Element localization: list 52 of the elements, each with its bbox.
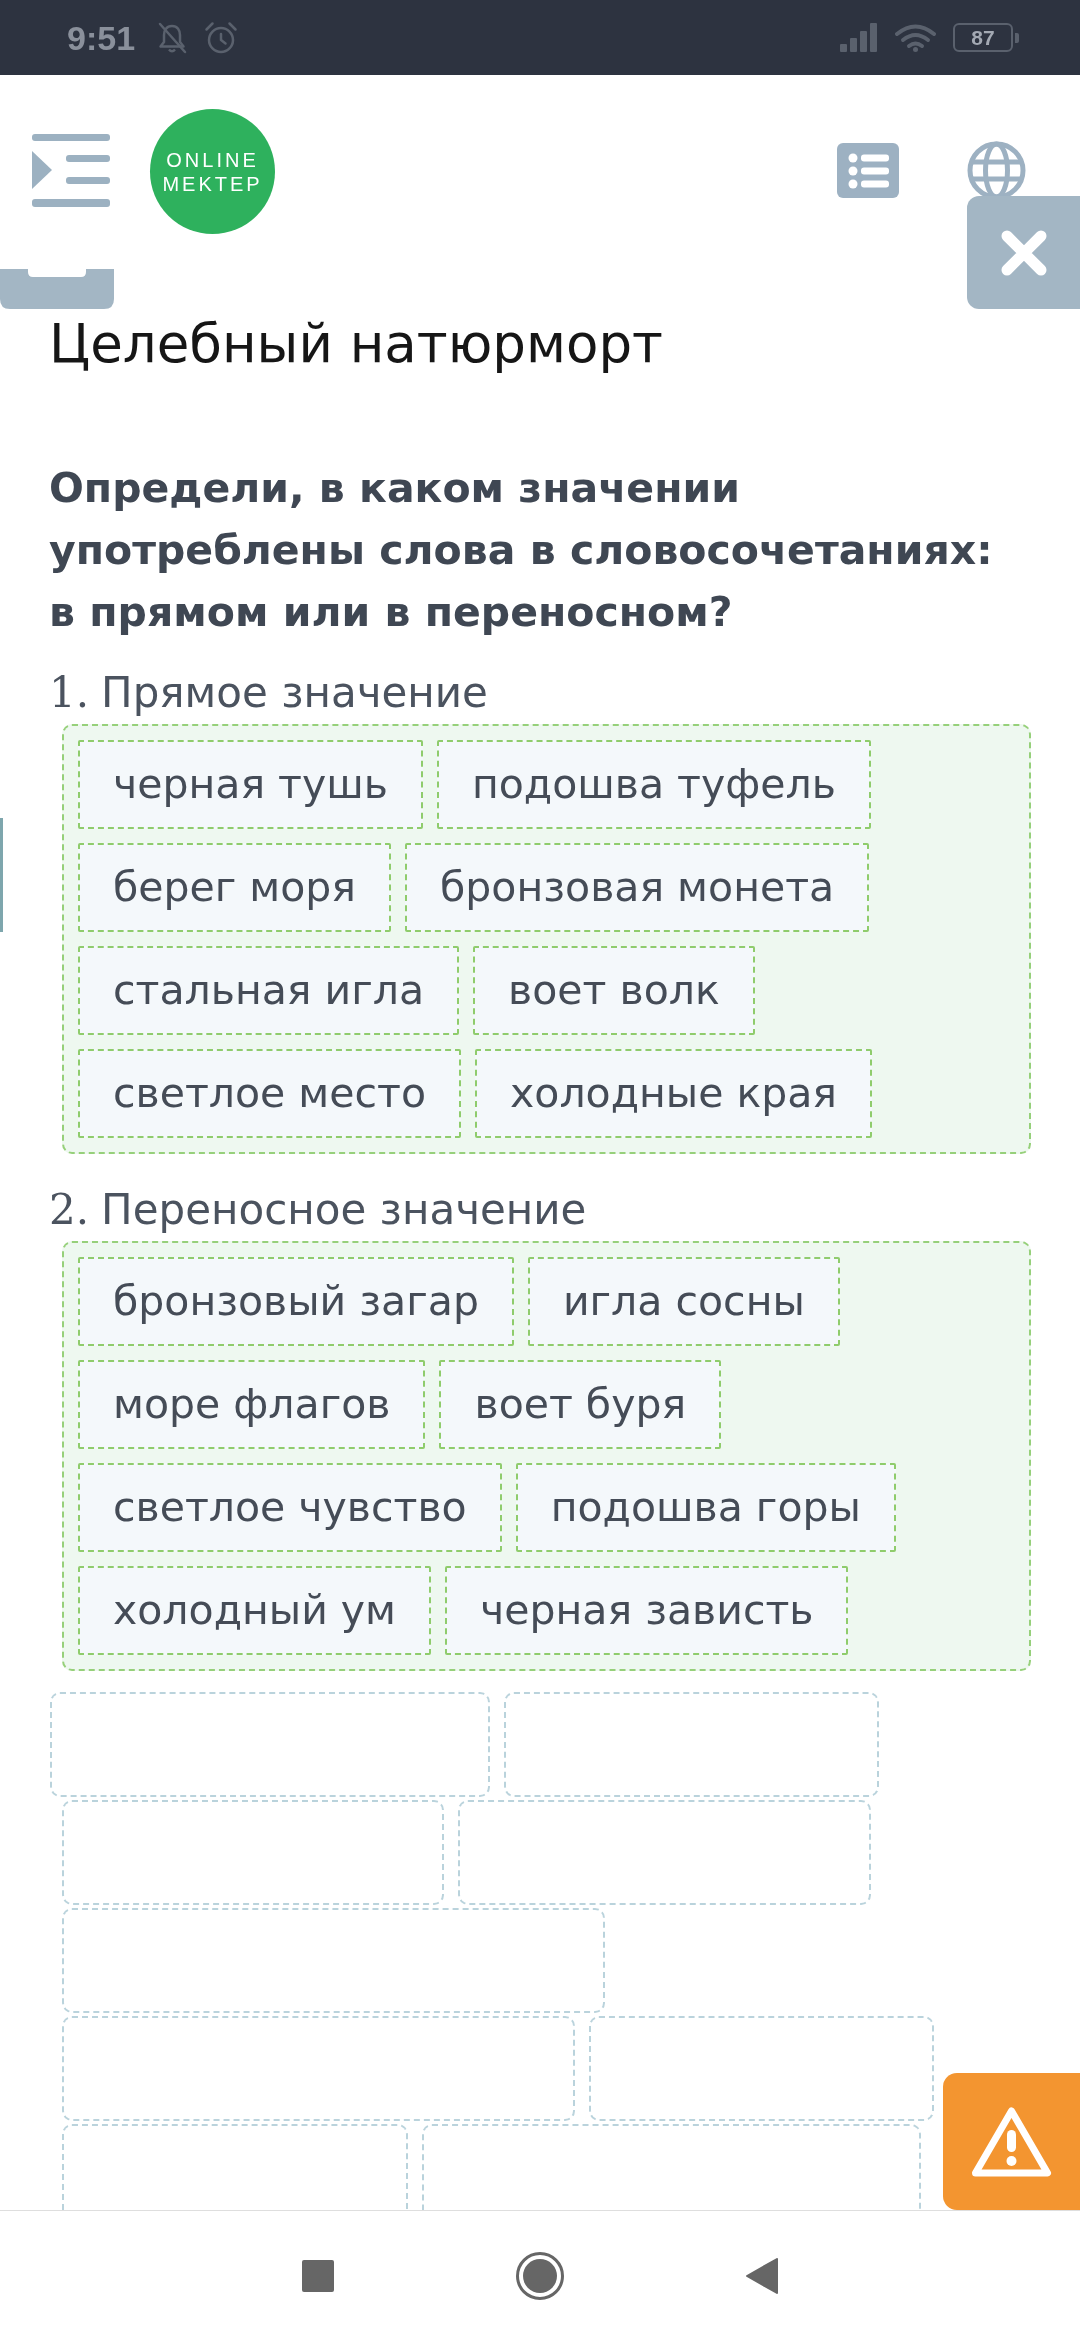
list-icon[interactable] — [837, 143, 899, 198]
logo-text: ONLINE — [166, 149, 259, 170]
answer-box[interactable] — [504, 1692, 879, 1797]
square-nav-icon[interactable] — [302, 2259, 334, 2292]
status-time: 9:51 — [67, 20, 136, 55]
answer-box[interactable] — [458, 1800, 871, 1905]
bell-off-icon — [157, 21, 188, 54]
answer-box[interactable] — [62, 1800, 444, 1905]
word-chip[interactable]: берег моря — [78, 843, 392, 932]
group-label: Прямое значение — [101, 668, 488, 718]
alarm-clock-icon — [204, 20, 239, 55]
word-chip[interactable]: воет волк — [473, 946, 755, 1035]
word-chip[interactable]: черная тушь — [78, 740, 423, 829]
group-number: 2. — [49, 1185, 90, 1235]
word-chip[interactable]: воет буря — [439, 1360, 722, 1449]
answer-box[interactable] — [62, 2124, 408, 2210]
word-chip[interactable]: холодный ум — [78, 1566, 432, 1655]
word-chip[interactable]: холодные края — [475, 1049, 873, 1138]
battery-cap-icon — [1015, 32, 1019, 43]
answer-box[interactable] — [62, 2016, 575, 2121]
question-text: Определи, в каком значении употреблены слова в словосочетаниях: в прямом или в переносном? — [49, 463, 994, 638]
home-circle-icon[interactable] — [516, 2251, 564, 2300]
word-chip[interactable]: игла сосны — [527, 1257, 840, 1346]
wifi-icon — [895, 23, 936, 52]
answer-box[interactable] — [589, 2016, 934, 2121]
menu-icon[interactable] — [32, 134, 110, 207]
word-chip[interactable]: море флагов — [78, 1360, 426, 1449]
back-icon[interactable] — [746, 2257, 778, 2294]
word-chip[interactable]: бронзовая монета — [405, 843, 870, 932]
word-chip[interactable]: подошва туфель — [436, 740, 871, 829]
signal-icon — [840, 23, 879, 52]
logo-text: MEKTEP — [162, 173, 263, 194]
word-chip[interactable]: стальная игла — [78, 946, 460, 1035]
drop-zone[interactable]: черная тушь подошва туфель берег моря бронзовая монета стальная игла воет волк светлое место холодные края — [62, 724, 1031, 1154]
close-button[interactable] — [967, 196, 1080, 309]
group-label: Переносное значение — [101, 1185, 587, 1235]
group-number: 1. — [49, 668, 90, 718]
word-chip[interactable]: бронзовый загар — [78, 1257, 514, 1346]
answer-box[interactable] — [50, 1692, 490, 1797]
warning-button[interactable] — [943, 2073, 1080, 2210]
word-chip[interactable]: черная зависть — [445, 1566, 849, 1655]
warning-icon — [971, 2105, 1052, 2178]
lesson-title: Целебный натюрморт — [49, 312, 664, 376]
word-chip[interactable]: светлое место — [78, 1049, 462, 1138]
battery-indicator: 87 — [953, 23, 1013, 52]
word-chip[interactable]: подошва горы — [515, 1463, 896, 1552]
word-chip[interactable]: светлое чувство — [78, 1463, 502, 1552]
answer-box[interactable] — [62, 1908, 605, 2013]
answer-box[interactable] — [422, 2124, 921, 2210]
drop-zone[interactable]: бронзовый загар игла сосны море флагов воет буря светлое чувство подошва горы холодный ум черная зависть — [62, 1241, 1031, 1671]
close-icon — [1000, 229, 1047, 276]
tray-tab-icon[interactable] — [0, 269, 114, 309]
